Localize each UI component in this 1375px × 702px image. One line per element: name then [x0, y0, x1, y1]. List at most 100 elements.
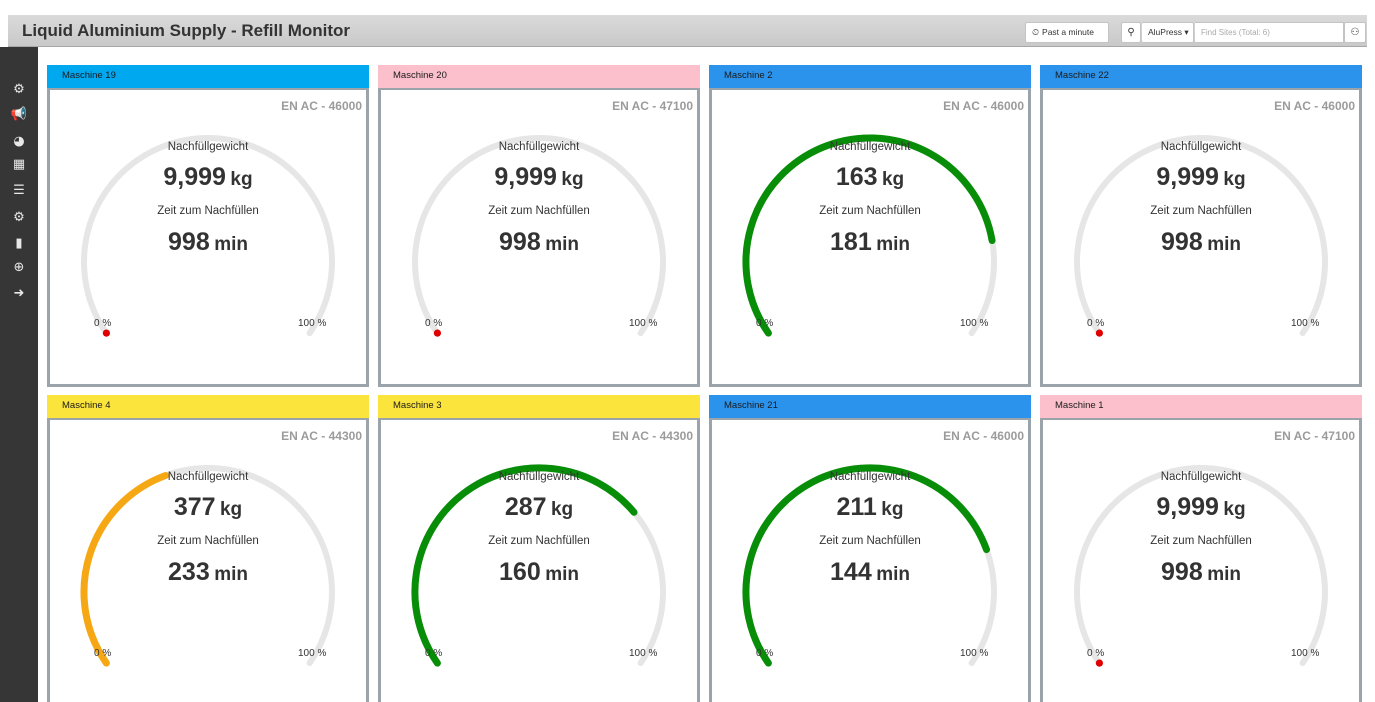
machine-card-body: EN AC - 47100 Nachfüllgewicht 9,999 kg Z… [378, 88, 700, 387]
refill-time-unit: min [214, 564, 248, 585]
page-title: Liquid Aluminium Supply - Refill Monitor [22, 21, 351, 40]
gauge-empty-indicator [1095, 329, 1103, 337]
gauge-min-label: 0 % [756, 318, 774, 329]
clock-icon: ⏲ [1032, 27, 1040, 37]
refill-weight-number: 211 [836, 493, 877, 521]
machine-card-body: EN AC - 47100 Nachfüllgewicht 9,999 kg Z… [1040, 418, 1362, 702]
machine-card[interactable]: Maschine 22 EN AC - 46000 Nachfüllgewich… [1040, 65, 1362, 387]
refill-time-value: 998 min [1043, 558, 1359, 587]
refill-weight-value: 287 kg [381, 493, 697, 522]
refill-weight-value: 9,999 kg [1043, 163, 1359, 192]
machine-card[interactable]: Maschine 21 EN AC - 46000 Nachfüllgewich… [709, 395, 1031, 702]
machine-card[interactable]: Maschine 1 EN AC - 47100 Nachfüllgewicht… [1040, 395, 1362, 702]
alloy-label: EN AC - 44300 [612, 429, 693, 443]
gauge-min-label: 0 % [94, 648, 112, 659]
gauge-empty-indicator [433, 329, 441, 337]
machine-card[interactable]: Maschine 20 EN AC - 47100 Nachfüllgewich… [378, 65, 700, 387]
refill-weight-label: Nachfüllgewicht [167, 141, 249, 153]
machine-card-header: Maschine 4 [47, 395, 369, 418]
refill-weight-value: 163 kg [712, 163, 1028, 192]
refill-time-value: 998 min [1043, 228, 1359, 257]
globe-icon[interactable]: ⊕ [0, 257, 38, 279]
gauge-max-label: 100 % [629, 318, 658, 329]
alloy-label: EN AC - 47100 [612, 99, 693, 113]
gauge-min-label: 0 % [1087, 648, 1105, 659]
refill-time-unit: min [1207, 564, 1241, 585]
site-dropdown[interactable]: AluPress ▾ [1142, 22, 1194, 43]
refill-time-number: 998 [1161, 558, 1203, 586]
refill-weight-number: 377 [173, 493, 216, 521]
refill-time-value: 233 min [50, 558, 366, 587]
refill-time-number: 144 [830, 558, 872, 586]
alloy-label: EN AC - 46000 [281, 99, 362, 113]
machine-name: Maschine 21 [724, 400, 778, 411]
alloy-label: EN AC - 46000 [943, 429, 1024, 443]
cogs-icon[interactable]: ⚙ [0, 207, 38, 229]
gauge-max-label: 100 % [629, 648, 658, 659]
gauge-max-label: 100 % [1291, 318, 1320, 329]
machine-card-body: EN AC - 46000 Nachfüllgewicht 9,999 kg Z… [1040, 88, 1362, 387]
machine-card[interactable]: Maschine 2 EN AC - 46000 Nachfüllgewicht… [709, 65, 1031, 387]
sitemap-button[interactable]: ⚇ [1344, 22, 1366, 43]
refill-time-unit: min [876, 234, 910, 255]
machine-name: Maschine 19 [62, 70, 116, 81]
time-range-button[interactable]: ⏲ Past a minute [1025, 22, 1109, 43]
machine-card[interactable]: Maschine 4 EN AC - 44300 Nachfüllgewicht… [47, 395, 369, 702]
gauge-min-label: 0 % [1087, 318, 1105, 329]
gauge-max-label: 100 % [960, 318, 989, 329]
refill-time-value: 998 min [381, 228, 697, 257]
gauge-min-label: 0 % [756, 648, 774, 659]
refill-weight-number: 163 [835, 163, 878, 191]
refill-weight-value: 9,999 kg [50, 163, 366, 192]
machine-card-body: EN AC - 46000 Nachfüllgewicht 163 kg Zei… [709, 88, 1031, 387]
gauge-max-label: 100 % [1291, 648, 1320, 659]
location-pin-button[interactable]: ⚲ [1121, 22, 1141, 43]
building-icon[interactable]: ▮ [0, 233, 38, 255]
gauge-empty-indicator [1095, 659, 1103, 667]
arrow-right-circle-icon[interactable]: ➜ [0, 283, 38, 305]
refill-time-unit: min [545, 564, 579, 585]
machine-card-body: EN AC - 44300 Nachfüllgewicht 287 kg Zei… [378, 418, 700, 702]
machine-card-body: EN AC - 46000 Nachfüllgewicht 9,999 kg Z… [47, 88, 369, 387]
sidebar: ⚙ 📢 ◕ ▦ ☰ ⚙ ▮ ⊕ ➜ [0, 47, 38, 702]
machine-card-header: Maschine 20 [378, 65, 700, 88]
machine-card-body: EN AC - 44300 Nachfüllgewicht 377 kg Zei… [47, 418, 369, 702]
refill-weight-unit: kg [1223, 169, 1246, 190]
alloy-label: EN AC - 46000 [943, 99, 1024, 113]
refill-time-unit: min [545, 234, 579, 255]
refill-weight-unit: kg [219, 499, 243, 520]
table-icon[interactable]: ▦ [0, 154, 38, 176]
refill-time-number: 160 [499, 558, 541, 586]
machine-name: Maschine 4 [62, 400, 111, 411]
gauge-min-label: 0 % [425, 318, 443, 329]
refill-weight-value: 211 kg [712, 493, 1028, 522]
alloy-label: EN AC - 47100 [1274, 429, 1355, 443]
refill-time-unit: min [876, 564, 910, 585]
refill-weight-number: 9,999 [1156, 493, 1219, 521]
find-sites-input[interactable] [1195, 22, 1344, 43]
dashboard-icon[interactable]: ⚙ [0, 79, 38, 101]
refill-time-unit: min [214, 234, 248, 255]
refill-time-label: Zeit zum Nachfüllen [819, 535, 921, 547]
gauge-min-label: 0 % [425, 648, 443, 659]
machine-card[interactable]: Maschine 3 EN AC - 44300 Nachfüllgewicht… [378, 395, 700, 702]
refill-weight-unit: kg [1223, 499, 1246, 520]
refill-time-value: 144 min [712, 558, 1028, 587]
refill-weight-number: 287 [504, 493, 547, 521]
dashboard-gauge-icon[interactable]: ◕ [0, 131, 38, 153]
gauge-empty-indicator [102, 329, 110, 337]
refill-time-number: 998 [1161, 228, 1203, 256]
refill-time-label: Zeit zum Nachfüllen [819, 205, 921, 217]
machine-card-header: Maschine 22 [1040, 65, 1362, 88]
refill-weight-unit: kg [230, 169, 253, 190]
refill-time-value: 181 min [712, 228, 1028, 257]
refill-time-number: 181 [830, 228, 872, 256]
list-icon[interactable]: ☰ [0, 180, 38, 202]
refill-weight-unit: kg [881, 499, 904, 520]
refill-weight-value: 9,999 kg [381, 163, 697, 192]
refill-weight-unit: kg [881, 169, 905, 190]
machine-card-header: Maschine 3 [378, 395, 700, 418]
megaphone-icon[interactable]: 📢 [0, 104, 38, 126]
refill-weight-label: Nachfüllgewicht [167, 471, 249, 483]
machine-card[interactable]: Maschine 19 EN AC - 46000 Nachfüllgewich… [47, 65, 369, 387]
